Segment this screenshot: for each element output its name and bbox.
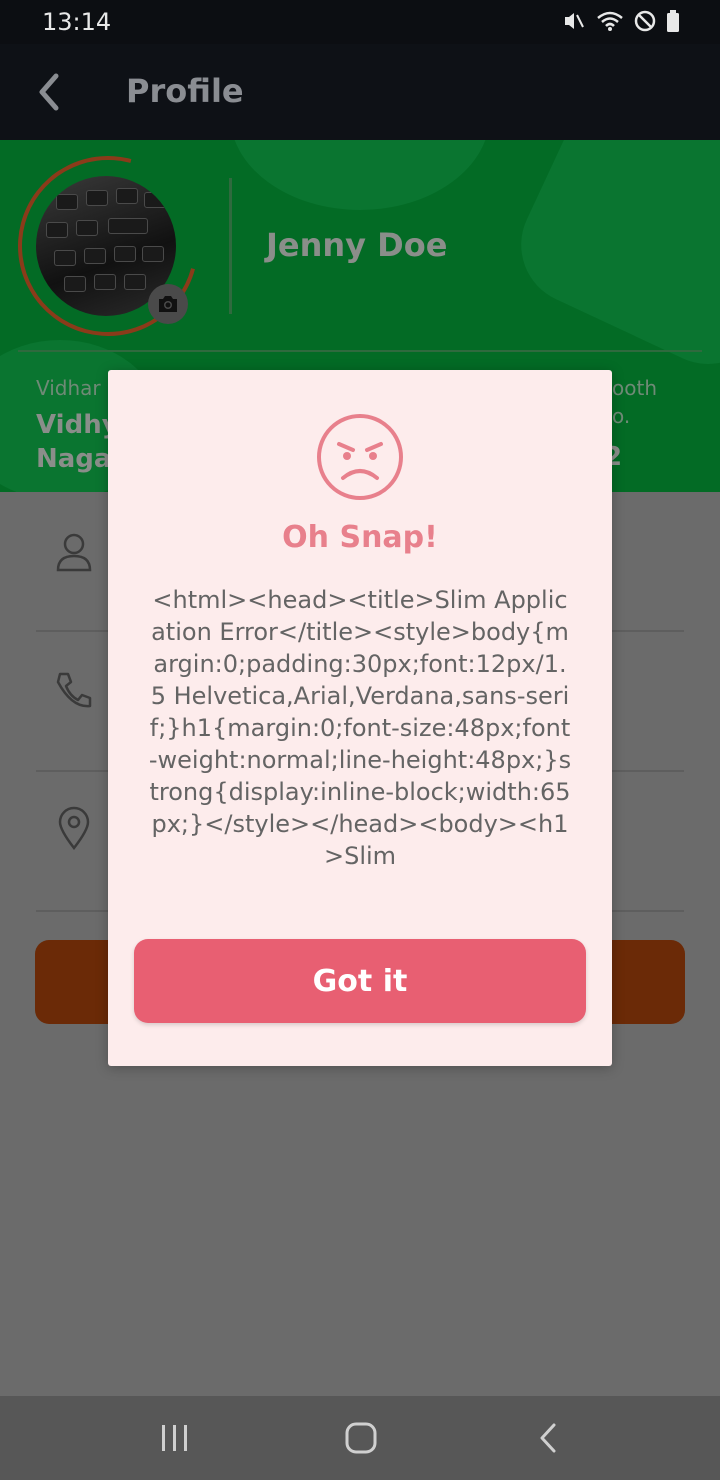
chevron-left-icon	[39, 73, 59, 111]
wifi-icon	[597, 11, 623, 31]
header-divider	[18, 350, 702, 352]
error-dialog: Oh Snap! <html><head><title>Slim Applica…	[108, 370, 612, 1066]
header-decoration	[501, 140, 720, 384]
avatar-detail	[46, 222, 68, 238]
info-value: Vidhy	[36, 410, 119, 440]
status-bar: 13:14	[0, 0, 720, 44]
profile-name: Jenny Doe	[266, 226, 448, 264]
system-nav-bar	[0, 1396, 720, 1480]
phone-icon	[56, 672, 92, 708]
dialog-title: Oh Snap!	[282, 520, 438, 555]
avatar-detail	[84, 248, 106, 264]
status-time: 13:14	[42, 8, 112, 36]
info-label: Vidhar	[36, 376, 101, 400]
app-bar: Profile	[0, 44, 720, 140]
info-label: ooth	[612, 376, 657, 400]
avatar-detail	[64, 276, 86, 292]
dialog-message: <html><head><title>Slim Application Erro…	[148, 586, 572, 870]
dnd-icon	[634, 10, 656, 32]
recents-icon[interactable]	[158, 1422, 192, 1454]
battery-icon	[667, 10, 679, 32]
header-decoration	[230, 140, 490, 210]
avatar-detail	[116, 188, 138, 204]
avatar-detail	[54, 250, 76, 266]
avatar-detail	[124, 274, 146, 290]
angry-face-icon	[317, 414, 403, 500]
change-photo-button[interactable]	[148, 284, 188, 324]
user-icon	[56, 533, 92, 572]
got-it-button[interactable]: Got it	[134, 939, 586, 1023]
avatar-detail	[142, 246, 164, 262]
mute-icon	[565, 13, 584, 29]
status-icons	[562, 10, 680, 32]
info-value: Naga	[36, 444, 112, 474]
info-label: o.	[612, 404, 631, 428]
avatar-detail	[144, 192, 166, 208]
back-button[interactable]	[30, 68, 70, 116]
home-icon[interactable]	[344, 1422, 378, 1454]
avatar-detail	[86, 190, 108, 206]
page-title: Profile	[126, 72, 244, 110]
avatar-detail	[114, 246, 136, 262]
header-divider	[229, 178, 232, 314]
avatar-detail	[108, 218, 148, 234]
avatar-detail	[76, 220, 98, 236]
location-icon	[58, 806, 90, 850]
camera-icon	[159, 296, 177, 312]
avatar-detail	[56, 194, 78, 210]
back-nav-icon[interactable]	[532, 1422, 566, 1454]
avatar-detail	[94, 274, 116, 290]
